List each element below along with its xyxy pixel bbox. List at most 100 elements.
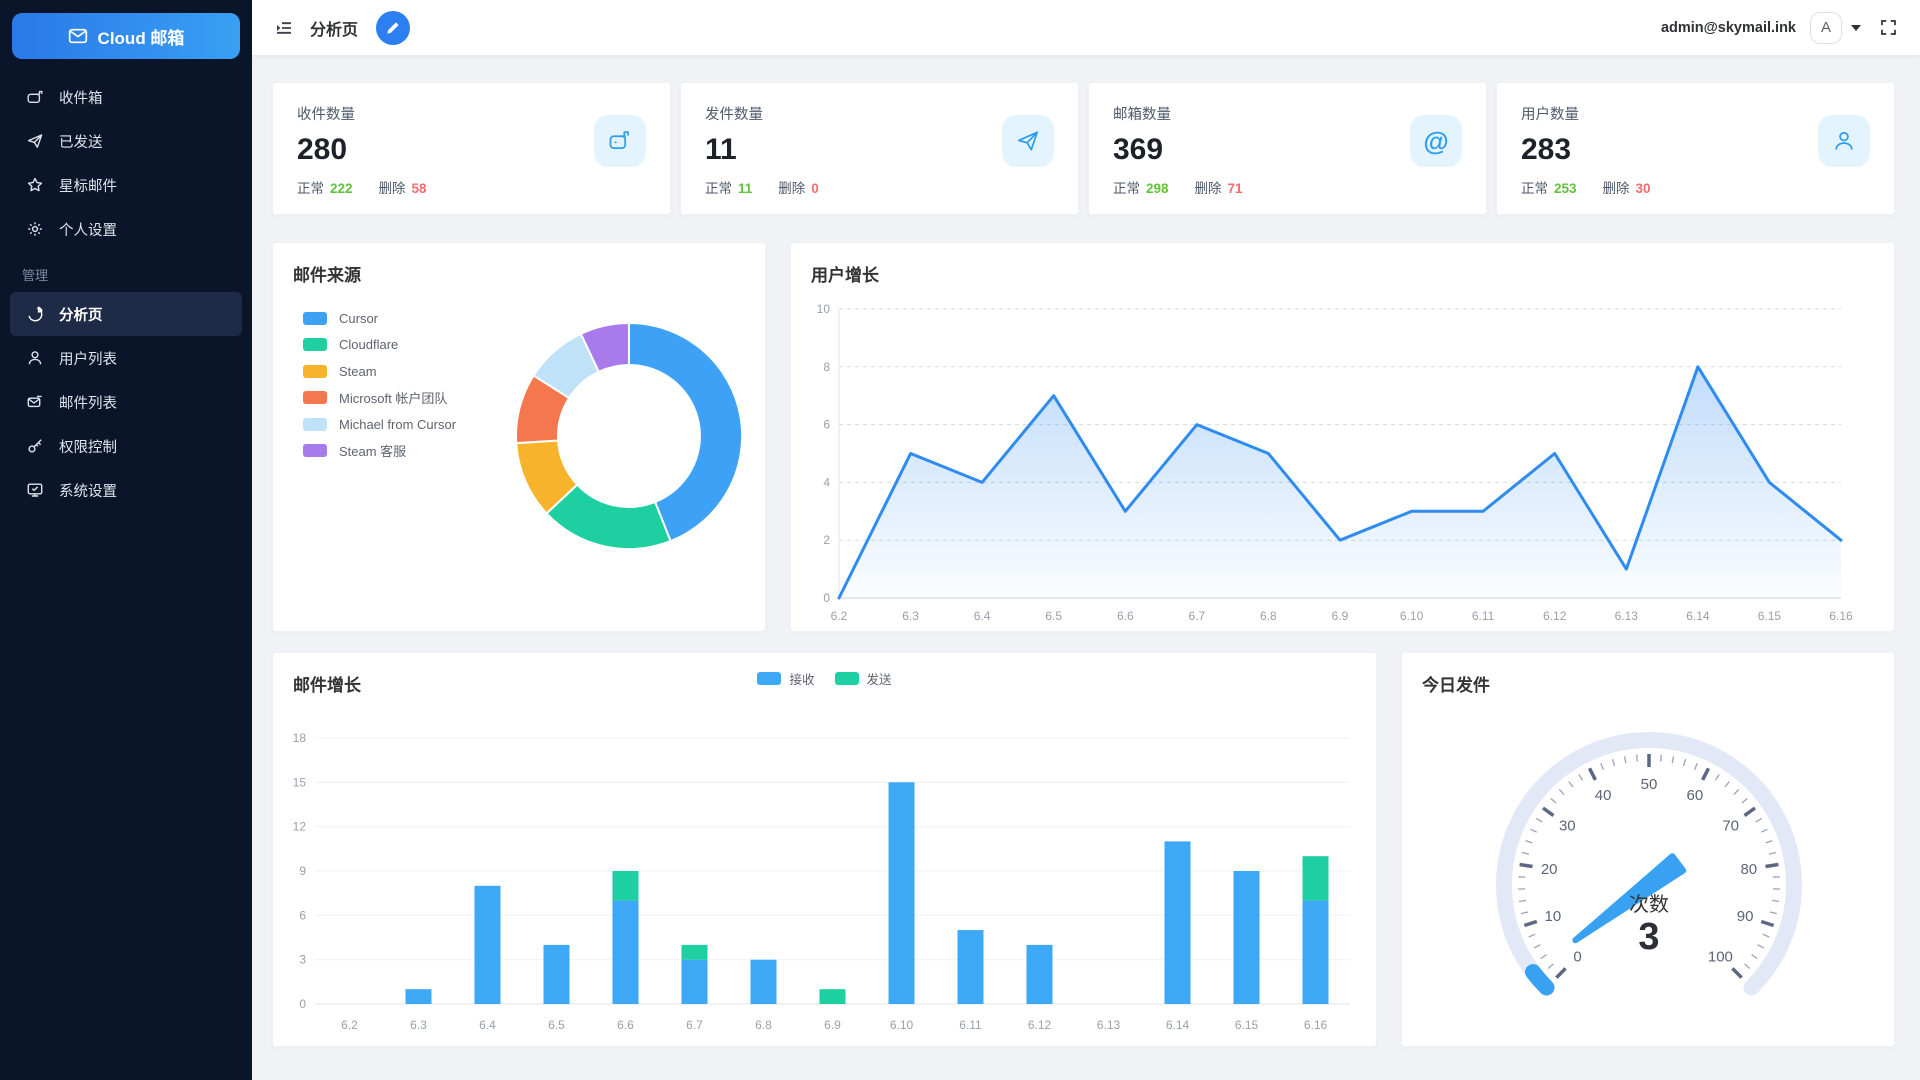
svg-text:4: 4 (823, 475, 830, 489)
svg-text:0: 0 (299, 997, 306, 1011)
star-icon (26, 176, 44, 194)
svg-text:6.11: 6.11 (959, 1018, 982, 1032)
svg-text:6.5: 6.5 (1045, 609, 1062, 623)
pie-chart-icon (26, 305, 44, 323)
sidebar-section-label: 管理 (0, 251, 252, 292)
svg-text:6.9: 6.9 (824, 1018, 841, 1032)
svg-text:10: 10 (817, 302, 831, 316)
svg-text:0: 0 (823, 591, 830, 605)
pencil-icon (385, 20, 401, 36)
svg-text:30: 30 (1559, 818, 1576, 835)
svg-text:6.12: 6.12 (1028, 1018, 1052, 1032)
sidebar: Cloud 邮箱 收件箱 已发送 星标邮件 (0, 0, 252, 1080)
svg-text:3: 3 (1638, 916, 1659, 958)
svg-text:6.3: 6.3 (902, 609, 919, 623)
stat-card-inbox-count: 收件数量 280 正常222 删除58 (272, 82, 671, 215)
gauge-chart: 0102030405060708090100次数3 (1402, 703, 1896, 1038)
svg-text:12: 12 (293, 820, 307, 834)
svg-text:6.15: 6.15 (1758, 609, 1782, 623)
area-chart: 02468106.26.36.46.56.66.76.86.96.106.116… (791, 291, 1896, 631)
system-settings-icon (26, 481, 44, 499)
user-menu[interactable]: admin@skymail.ink A (1661, 12, 1898, 44)
avatar[interactable]: A (1810, 12, 1842, 44)
svg-text:6.9: 6.9 (1332, 609, 1349, 623)
svg-text:15: 15 (293, 775, 307, 789)
svg-text:6.10: 6.10 (890, 1018, 914, 1032)
stat-sub: 正常253 删除30 (1521, 177, 1870, 197)
svg-text:70: 70 (1722, 818, 1739, 835)
legend-swatch (303, 312, 327, 325)
legend-item[interactable]: Michael from Cursor (303, 411, 456, 438)
svg-text:6.8: 6.8 (755, 1018, 772, 1032)
legend-item[interactable]: 接收 (757, 669, 814, 688)
svg-text:6.14: 6.14 (1166, 1018, 1190, 1032)
stat-card-user-count: 用户数量 283 正常253 删除30 (1496, 82, 1895, 215)
svg-text:次数: 次数 (1629, 893, 1669, 916)
svg-text:6.13: 6.13 (1615, 609, 1639, 623)
sidebar-item-label: 已发送 (59, 131, 103, 152)
sidebar-item-user-list[interactable]: 用户列表 (0, 336, 252, 380)
edit-button[interactable] (376, 11, 410, 45)
svg-text:6.11: 6.11 (1472, 609, 1495, 623)
sent-icon (26, 132, 44, 150)
logo-label: Cloud 邮箱 (98, 24, 185, 49)
svg-text:100: 100 (1708, 948, 1733, 965)
content: 收件数量 280 正常222 删除58 发件数量 11 正常11 删除0 (252, 55, 1920, 1080)
sidebar-item-permissions[interactable]: 权限控制 (0, 424, 252, 468)
legend-item[interactable]: Microsoft 帐户团队 (303, 385, 456, 412)
svg-text:6.8: 6.8 (1260, 609, 1277, 623)
user-icon (1818, 115, 1870, 167)
sidebar-item-analytics[interactable]: 分析页 (10, 292, 242, 336)
svg-text:6.3: 6.3 (410, 1018, 427, 1032)
sidebar-item-mail-list[interactable]: 邮件列表 (0, 380, 252, 424)
svg-text:6.4: 6.4 (479, 1018, 496, 1032)
svg-text:6.6: 6.6 (1117, 609, 1134, 623)
svg-text:90: 90 (1737, 908, 1754, 925)
legend-item[interactable]: Steam (303, 358, 456, 385)
legend-item[interactable]: Cloudflare (303, 332, 456, 359)
user-growth-card: 用户增长 02468106.26.36.46.56.66.76.86.96.10… (790, 242, 1895, 632)
svg-text:6.2: 6.2 (341, 1018, 358, 1032)
svg-text:6.2: 6.2 (831, 609, 848, 623)
charts-row-1: 邮件来源 Cursor Cloudflare Steam Microsoft 帐… (272, 242, 1895, 632)
logo-button[interactable]: Cloud 邮箱 (12, 13, 240, 59)
legend-swatch (303, 444, 327, 457)
chart-title: 今日发件 (1402, 653, 1894, 696)
legend-item[interactable]: Cursor (303, 305, 456, 332)
mail-logo-icon (68, 26, 88, 46)
legend-item[interactable]: 发送 (835, 669, 892, 688)
svg-text:20: 20 (1541, 861, 1558, 878)
key-icon (26, 437, 44, 455)
legend-swatch (303, 338, 327, 351)
svg-text:3: 3 (299, 953, 306, 967)
sidebar-item-system-settings[interactable]: 系统设置 (0, 468, 252, 512)
pie-legend: Cursor Cloudflare Steam Microsoft 帐户团队 M… (303, 305, 456, 464)
stat-cards-row: 收件数量 280 正常222 删除58 发件数量 11 正常11 删除0 (272, 82, 1895, 215)
sidebar-item-label: 邮件列表 (59, 392, 117, 413)
mail-source-card: 邮件来源 Cursor Cloudflare Steam Microsoft 帐… (272, 242, 766, 632)
svg-text:10: 10 (1545, 908, 1562, 925)
stat-card-mailbox-count: 邮箱数量 369 正常298 删除71 @ (1088, 82, 1487, 215)
svg-text:6.14: 6.14 (1686, 609, 1710, 623)
chevron-down-icon[interactable] (1851, 25, 1861, 31)
fullscreen-icon[interactable] (1879, 18, 1898, 37)
sidebar-item-starred[interactable]: 星标邮件 (0, 163, 252, 207)
stat-label: 发件数量 (705, 103, 1054, 124)
stat-card-sent-count: 发件数量 11 正常11 删除0 (680, 82, 1079, 215)
legend-swatch (303, 365, 327, 378)
bar-legend: 接收 发送 (273, 669, 1376, 688)
svg-text:6: 6 (299, 908, 306, 922)
legend-item[interactable]: Steam 客服 (303, 438, 456, 465)
svg-text:6.16: 6.16 (1829, 609, 1853, 623)
sidebar-item-inbox[interactable]: 收件箱 (0, 75, 252, 119)
main-area: 分析页 admin@skymail.ink A 收件数量 280 (252, 0, 1920, 1080)
sidebar-item-sent[interactable]: 已发送 (0, 119, 252, 163)
collapse-sidebar-icon[interactable] (274, 18, 294, 38)
svg-text:6.5: 6.5 (548, 1018, 565, 1032)
svg-text:6.10: 6.10 (1400, 609, 1424, 623)
svg-text:6.15: 6.15 (1235, 1018, 1259, 1032)
sidebar-item-personal-settings[interactable]: 个人设置 (0, 207, 252, 251)
stat-sub: 正常298 删除71 (1113, 177, 1462, 197)
svg-text:8: 8 (823, 360, 830, 374)
svg-text:6: 6 (823, 418, 830, 432)
